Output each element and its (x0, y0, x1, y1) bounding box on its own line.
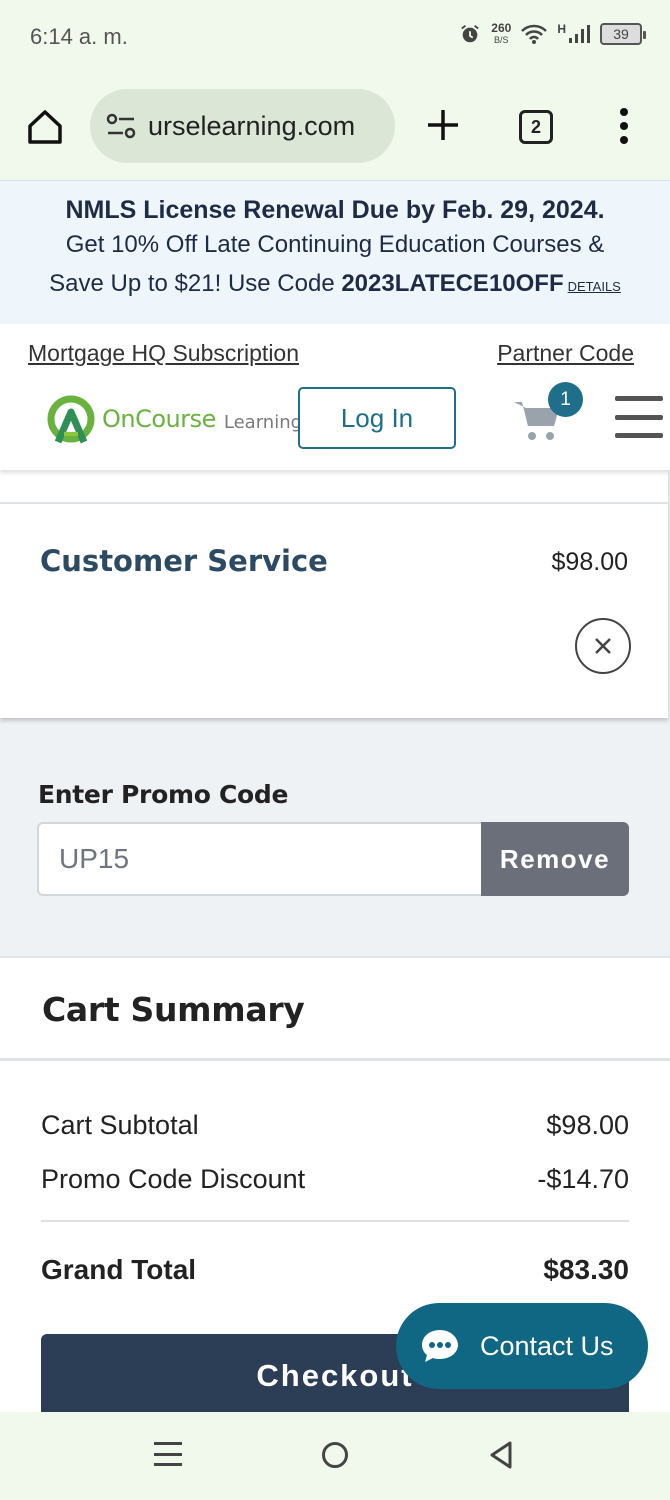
announcement-line1: Get 10% Off Late Continuing Education Co… (65, 231, 605, 258)
remove-item-button[interactable] (575, 618, 631, 674)
close-icon (595, 638, 611, 654)
cart-summary-title: Cart Summary (42, 990, 305, 1029)
partner-code-link[interactable]: Partner Code (497, 340, 634, 367)
contact-us-label: Contact Us (480, 1330, 614, 1361)
details-link[interactable]: DETAILS (568, 279, 621, 294)
net-speed: 260 B/S (491, 21, 512, 45)
signal-icon (569, 25, 590, 43)
status-bar: 6:14 a. m. 260 B/S H 39 (0, 0, 670, 76)
recent-apps-icon[interactable] (154, 1442, 182, 1466)
new-tab-icon[interactable] (424, 106, 462, 144)
home-icon[interactable] (26, 108, 64, 146)
status-time: 6:14 a. m. (30, 24, 128, 49)
announcement-line2: Save Up to $21! Use Code 2023LATECE10OFF… (49, 270, 621, 297)
tab-switcher-button[interactable]: 2 (519, 110, 553, 144)
site-header: Mortgage HQ Subscription Partner Code On… (0, 324, 670, 470)
promo-code-text: 2023LATECE10OFF (341, 270, 564, 297)
subtotal-label: Cart Subtotal (41, 1110, 199, 1140)
announcement-banner: NMLS License Renewal Due by Feb. 29, 202… (0, 180, 670, 324)
cart-item-name[interactable]: Customer Service (40, 544, 328, 578)
address-bar[interactable]: urselearning.com (90, 89, 395, 163)
hamburger-menu-icon[interactable] (615, 396, 663, 438)
signal-type: H (557, 22, 566, 36)
discount-value: -$14.70 (537, 1164, 629, 1194)
cart-item-price: $98.00 (551, 548, 628, 576)
grand-total-value: $83.30 (543, 1254, 629, 1285)
grand-total-row: Grand Total $83.30 (41, 1254, 629, 1286)
oncourse-logo[interactable]: OnCourse Learning (44, 394, 302, 444)
divider (0, 1058, 670, 1061)
promo-remove-button[interactable]: Remove (481, 822, 629, 896)
url-text: urselearning.com (148, 110, 356, 141)
browser-menu-icon[interactable] (612, 106, 636, 146)
contact-us-button[interactable]: Contact Us (396, 1303, 648, 1389)
battery-icon: 39 (600, 23, 646, 45)
cart-item-card: Customer Service $98.00 (0, 470, 668, 718)
promo-code-input[interactable]: UP15 (37, 822, 482, 896)
login-button[interactable]: Log In (298, 387, 456, 449)
chat-icon (422, 1330, 458, 1362)
announcement-title: NMLS License Renewal Due by Feb. 29, 202… (65, 196, 605, 224)
home-circle-icon[interactable] (322, 1442, 348, 1468)
wifi-icon (521, 24, 548, 44)
alarm-icon (461, 25, 480, 43)
site-settings-icon[interactable] (106, 113, 136, 139)
divider (41, 1220, 629, 1222)
subtotal-value: $98.00 (546, 1110, 629, 1140)
mortgage-hq-link[interactable]: Mortgage HQ Subscription (28, 340, 299, 367)
discount-row: Promo Code Discount -$14.70 (41, 1164, 629, 1195)
system-nav-bar (0, 1412, 670, 1500)
promo-code-label: Enter Promo Code (38, 780, 289, 809)
status-icons: 260 B/S H 39 (459, 21, 646, 46)
subtotal-row: Cart Subtotal $98.00 (41, 1110, 629, 1141)
grand-total-label: Grand Total (41, 1254, 197, 1285)
logo-mark-icon (47, 395, 95, 444)
cart-count-badge: 1 (548, 382, 583, 417)
divider (0, 502, 668, 504)
discount-label: Promo Code Discount (41, 1164, 306, 1194)
browser-toolbar: urselearning.com 2 (0, 76, 670, 180)
back-icon[interactable] (488, 1440, 514, 1470)
